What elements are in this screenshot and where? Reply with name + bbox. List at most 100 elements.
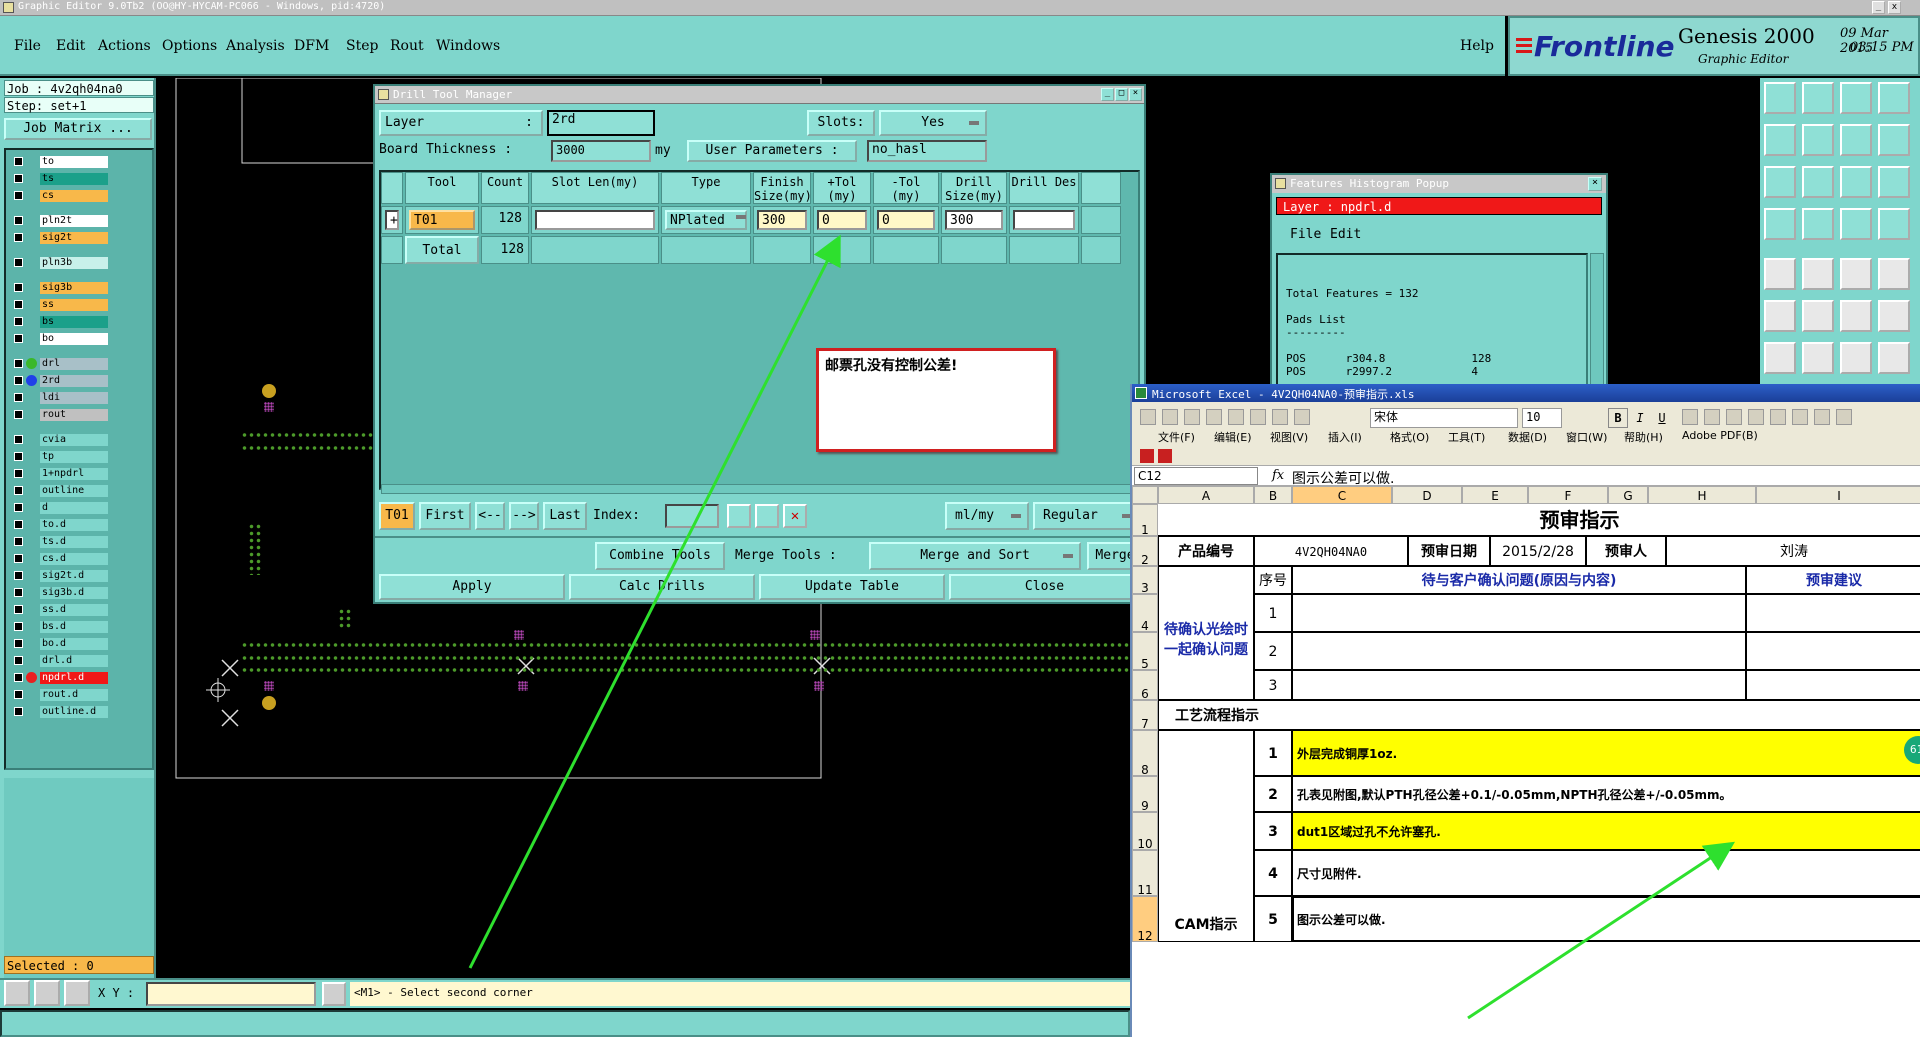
layer-row[interactable]: cs.d (12, 553, 108, 565)
units-dropdown[interactable]: ml/my (945, 502, 1029, 530)
suggest-cell[interactable] (1746, 670, 1920, 700)
layer-row[interactable]: 2rd (12, 375, 108, 387)
draw-icon[interactable] (1802, 342, 1834, 374)
drill-maximize-button[interactable]: □ (1115, 88, 1128, 101)
issue-cell[interactable] (1292, 632, 1746, 670)
row-header[interactable]: 3 (1132, 566, 1158, 594)
layer-row[interactable]: ts.d (12, 536, 108, 548)
layer-checkbox[interactable] (14, 393, 23, 402)
histogram-close-button[interactable]: × (1588, 177, 1602, 191)
snap-icon[interactable] (1878, 208, 1910, 240)
layer-checkbox[interactable] (14, 571, 23, 580)
menu-rout[interactable]: Rout (390, 38, 424, 54)
column-header[interactable]: G (1608, 486, 1648, 504)
menu-windows[interactable]: Windows (436, 38, 500, 54)
layer-row[interactable]: sig2t.d (12, 570, 108, 582)
column-header[interactable]: E (1462, 486, 1528, 504)
row-header[interactable]: 7 (1132, 700, 1158, 730)
job-matrix-button[interactable]: Job Matrix ... (4, 118, 152, 140)
measure-icon[interactable] (34, 980, 60, 1006)
review-date-label[interactable]: 预审日期 (1408, 536, 1490, 566)
name-box[interactable]: C12 (1134, 467, 1258, 485)
xy-input[interactable] (146, 982, 316, 1006)
open-icon[interactable] (1764, 82, 1796, 114)
delete-icon[interactable]: ✕ (783, 504, 807, 528)
pdf-icon[interactable] (1140, 449, 1154, 463)
layer-row[interactable]: ss.d (12, 604, 108, 616)
new-icon[interactable] (1140, 409, 1156, 425)
align-left-icon[interactable] (1682, 409, 1698, 425)
histogram-menu-file[interactable]: File (1290, 227, 1321, 242)
layer-checkbox[interactable] (14, 554, 23, 563)
expand-icon[interactable]: + (381, 206, 403, 234)
column-header[interactable]: H (1648, 486, 1756, 504)
excel-menu-item[interactable]: 插入(I) (1328, 429, 1362, 445)
pdf-icon[interactable] (1158, 449, 1172, 463)
row-header[interactable]: 2 (1132, 536, 1158, 566)
apply-button[interactable]: Apply (379, 574, 565, 600)
layer-row[interactable]: bs.d (12, 621, 108, 633)
layer-checkbox[interactable] (14, 707, 23, 716)
merge-center-icon[interactable] (1748, 409, 1764, 425)
layer-checkbox[interactable] (14, 216, 23, 225)
layer-checkbox[interactable] (14, 537, 23, 546)
update-table-button[interactable]: Update Table (759, 574, 945, 600)
layer-checkbox[interactable] (14, 452, 23, 461)
layer-row[interactable]: to (12, 156, 108, 168)
zoom-icon[interactable] (4, 980, 30, 1006)
excel-menu-item[interactable]: 文件(F) (1158, 429, 1195, 445)
suggest-cell[interactable] (1746, 594, 1920, 632)
flip-icon[interactable] (1878, 342, 1910, 374)
user-parameters-button[interactable]: User Parameters : (687, 140, 857, 162)
column-header[interactable]: I (1756, 486, 1920, 504)
layer-row[interactable]: ldi (12, 392, 108, 404)
currency-icon[interactable] (1770, 409, 1786, 425)
menu-step[interactable]: Step (346, 38, 378, 54)
drill-des-field[interactable] (1009, 206, 1079, 234)
column-header[interactable]: B (1254, 486, 1292, 504)
layer-row[interactable]: ts (12, 173, 108, 185)
layer-row[interactable]: to.d (12, 519, 108, 531)
layer-checkbox[interactable] (14, 258, 23, 267)
bold-button[interactable]: B (1608, 408, 1628, 428)
reviewer[interactable]: 刘涛 (1666, 536, 1920, 566)
mode-dropdown[interactable]: Regular (1033, 502, 1140, 530)
item-number[interactable]: 4 (1254, 850, 1292, 896)
rotate-icon[interactable] (1840, 342, 1872, 374)
issue-cell[interactable] (1292, 594, 1746, 632)
layer-row[interactable]: outline.d (12, 706, 108, 718)
underline-button[interactable]: U (1652, 408, 1672, 428)
process-label[interactable]: 工艺流程指示 (1158, 700, 1920, 730)
row-header[interactable]: 10 (1132, 812, 1158, 850)
layer-checkbox[interactable] (14, 359, 23, 368)
close-button[interactable]: Close (949, 574, 1140, 600)
preview-icon[interactable] (1250, 409, 1266, 425)
save-icon[interactable] (755, 504, 779, 528)
seq-number[interactable]: 2 (1254, 632, 1292, 670)
split-icon[interactable] (1840, 124, 1872, 156)
layer-checkbox[interactable] (14, 300, 23, 309)
comma-icon[interactable] (1814, 409, 1830, 425)
record-icon[interactable] (1878, 258, 1910, 290)
layer-row[interactable]: rout (12, 409, 108, 421)
layer-checkbox[interactable] (14, 622, 23, 631)
connect-icon[interactable] (1840, 300, 1872, 332)
next-button[interactable]: --> (509, 502, 539, 530)
layer-checkbox[interactable] (14, 690, 23, 699)
layer-row[interactable]: ss (12, 299, 108, 311)
board-thickness-field[interactable]: 3000 (551, 140, 651, 162)
align-center-icon[interactable] (1704, 409, 1720, 425)
export-icon[interactable] (1802, 124, 1834, 156)
layer-checkbox[interactable] (14, 283, 23, 292)
layer-checkbox[interactable] (14, 486, 23, 495)
home-icon[interactable] (1840, 82, 1872, 114)
align-right-icon[interactable] (1726, 409, 1742, 425)
index-field[interactable] (665, 504, 719, 528)
layer-row[interactable]: sig3b.d (12, 587, 108, 599)
menu-edit[interactable]: Edit (56, 38, 85, 54)
seq-label[interactable]: 序号 (1254, 566, 1292, 594)
merge-sort-dropdown[interactable]: Merge and Sort (869, 542, 1081, 570)
minus-tol-field[interactable]: 0 (873, 206, 939, 234)
font-name-dropdown[interactable]: 宋体 (1370, 408, 1518, 428)
column-header[interactable]: A (1158, 486, 1254, 504)
